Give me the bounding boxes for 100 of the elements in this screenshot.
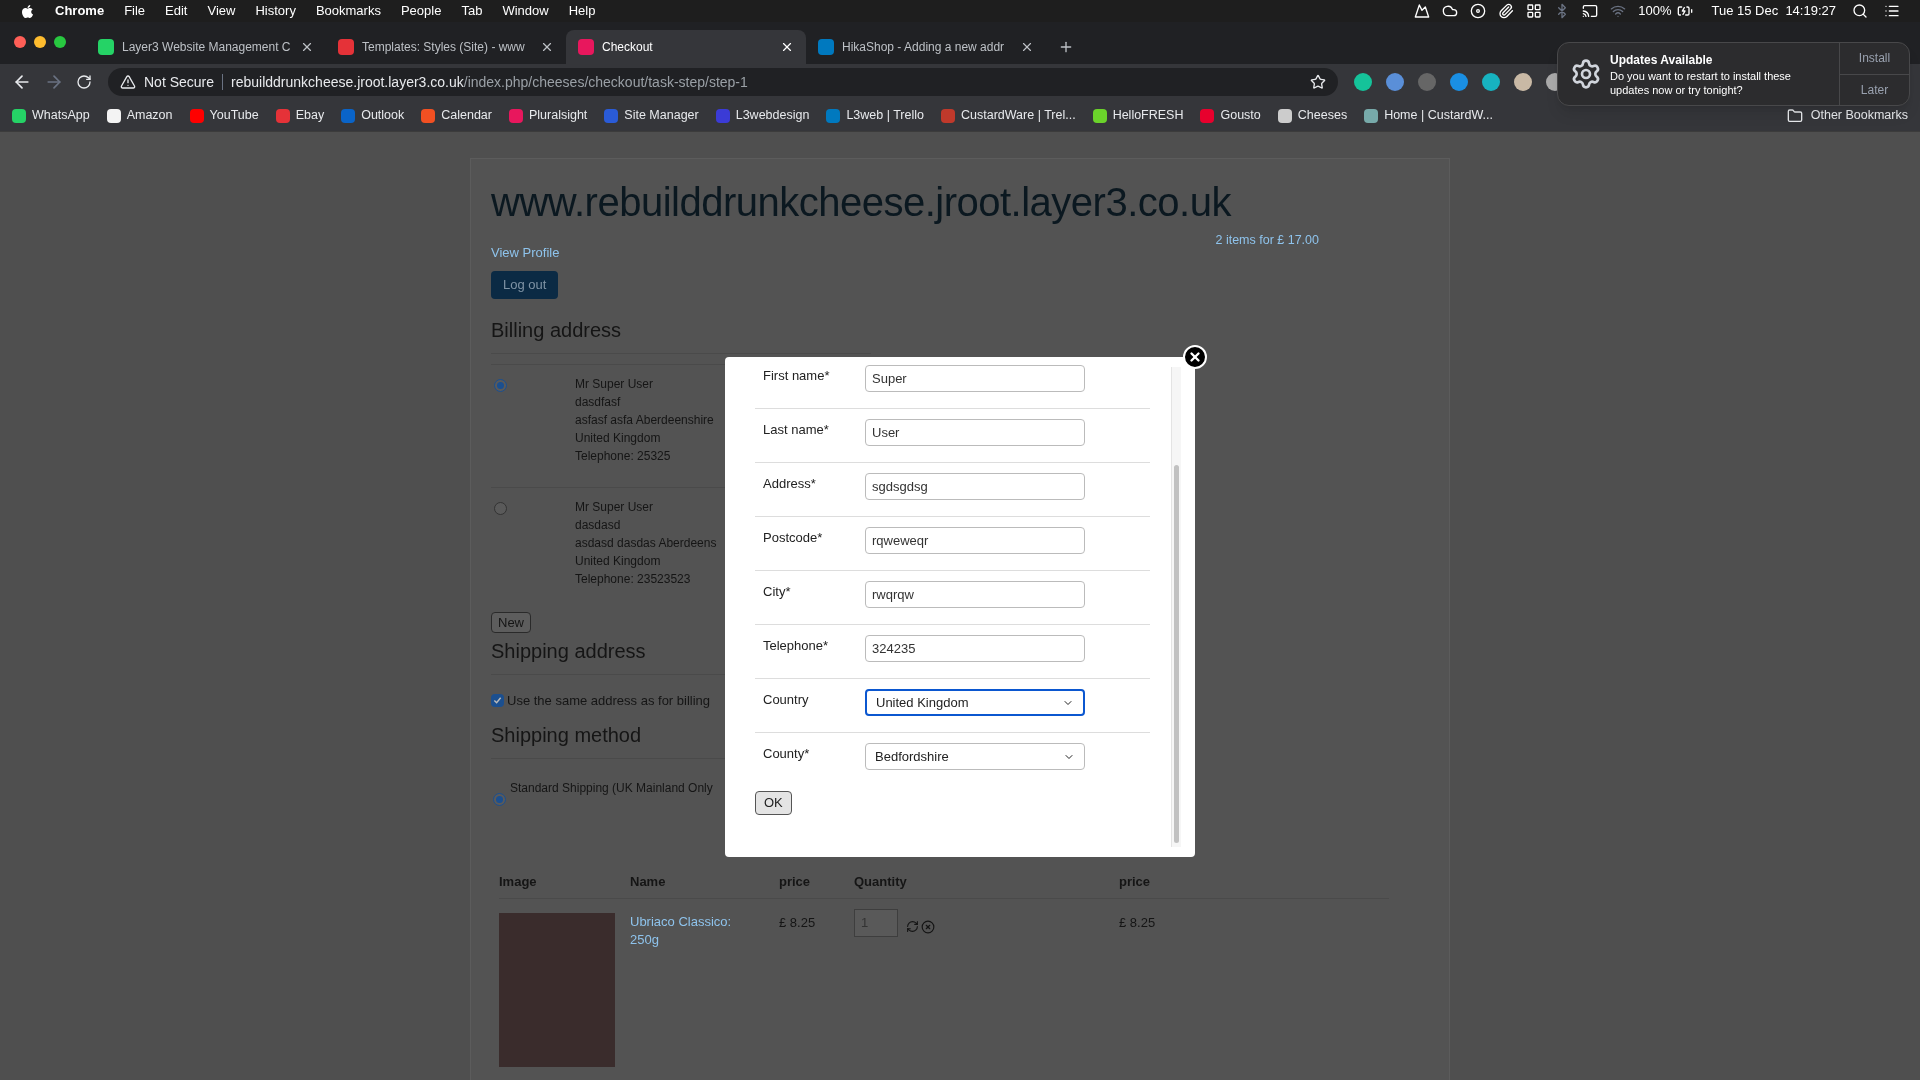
checkbox-label: Use the same address as for billing — [507, 691, 711, 710]
browser-tab[interactable]: Templates: Styles (Site) - www — [326, 30, 566, 64]
address-text: Mr Super User dasdfasf asfasf asfa Aberdeenshire United Kingdom Telephone: 25325 — [575, 375, 714, 465]
tab-title: Templates: Styles (Site) - www — [362, 39, 526, 56]
notification-message: Do you want to restart to install these updates now or try tonight? — [1610, 69, 1792, 97]
menu-item[interactable]: File — [124, 1, 146, 21]
gear-icon — [1570, 58, 1602, 90]
tab-title: Layer3 Website Management C — [122, 39, 292, 56]
bookmark-star-icon[interactable] — [1310, 74, 1326, 90]
favicon-icon — [509, 108, 523, 123]
column-header: Name — [630, 872, 779, 898]
menu-item[interactable]: Edit — [165, 1, 188, 21]
apple-icon[interactable] — [20, 3, 35, 19]
input-field[interactable]: rwqrqw — [865, 581, 1085, 608]
radio-button[interactable] — [493, 793, 506, 806]
column-header: price — [779, 872, 854, 898]
close-tab-icon[interactable] — [300, 40, 314, 54]
field-label: Last name* — [763, 421, 830, 439]
product-link[interactable]: Ubriaco Classico: 250g — [630, 912, 740, 949]
close-tab-icon[interactable] — [780, 40, 794, 54]
field-label: Telephone* — [763, 637, 830, 655]
field-label: First name* — [763, 367, 831, 385]
field-label: Postcode* — [763, 529, 824, 547]
browser-tab[interactable]: Layer3 Website Management C — [86, 30, 326, 64]
bookmark[interactable]: YouTube — [189, 106, 259, 125]
extension-icon[interactable] — [1514, 73, 1532, 91]
tab-title: Checkout — [602, 39, 654, 56]
radio-button[interactable] — [494, 378, 507, 392]
bookmark[interactable]: L3web | Trello — [826, 106, 924, 125]
input-field[interactable]: sgdsgdsg — [865, 473, 1085, 500]
cloud-icon[interactable] — [1442, 3, 1459, 19]
grid-icon[interactable] — [1526, 3, 1543, 19]
notification-button[interactable]: Later — [1840, 73, 1909, 105]
tab-title: HikaShop - Adding a new addr — [842, 39, 1006, 56]
favicon-icon — [941, 108, 955, 123]
menu-item[interactable]: Help — [568, 1, 596, 21]
bookmark[interactable]: Gousto — [1200, 106, 1261, 125]
wifi-icon[interactable] — [1610, 3, 1627, 19]
bookmark[interactable]: CustardWare | Trel... — [941, 106, 1076, 125]
screen-mirroring-icon[interactable] — [1582, 3, 1599, 19]
logout-button[interactable]: Log out — [491, 270, 559, 299]
field-label: Address* — [763, 475, 817, 493]
bookmark[interactable]: Home | CustardW... — [1364, 106, 1493, 125]
disc-icon[interactable] — [1470, 3, 1487, 19]
input-field[interactable]: 324235 — [865, 635, 1085, 662]
view-profile-link[interactable]: View Profile — [491, 243, 560, 263]
notification-button[interactable]: Install — [1840, 43, 1909, 74]
extension-icon[interactable] — [1482, 73, 1500, 91]
extension-icon[interactable] — [1354, 73, 1372, 91]
input-field[interactable]: Super — [865, 365, 1085, 392]
scrollbar[interactable] — [1171, 367, 1181, 847]
bookmark[interactable]: WhatsApp — [12, 106, 90, 125]
favicon-icon — [1277, 108, 1292, 123]
new-tab-icon[interactable] — [1058, 39, 1074, 55]
clock[interactable]: Tue 15 Dec 14:19:27 — [1711, 1, 1836, 21]
bookmark[interactable]: Amazon — [106, 106, 173, 125]
bookmark[interactable]: Cheeses — [1277, 106, 1348, 125]
cart-summary-link[interactable]: 2 items for £ 17.00 — [1215, 231, 1319, 263]
browser-tab[interactable]: HikaShop - Adding a new addr — [806, 30, 1046, 64]
extension-icon[interactable] — [1386, 73, 1404, 91]
close-tab-icon[interactable] — [540, 40, 554, 54]
bookmark[interactable]: Site Manager — [604, 106, 699, 125]
bookmark[interactable]: Outlook — [341, 106, 405, 125]
ok-button[interactable]: OK — [755, 791, 792, 815]
input-field[interactable]: rqweweqr — [865, 527, 1085, 554]
favicon-icon — [275, 108, 290, 123]
extension-icon[interactable] — [1450, 73, 1468, 91]
bookmark[interactable]: Ebay — [275, 106, 325, 125]
menu-icon[interactable] — [1884, 3, 1900, 19]
menu-item[interactable]: Tab — [461, 1, 483, 21]
folder-icon — [1786, 107, 1803, 124]
browser-tab[interactable]: Checkout — [566, 30, 806, 64]
menu-item[interactable]: People — [400, 1, 442, 21]
radio-button[interactable] — [494, 501, 507, 515]
bookmark[interactable]: Pluralsight — [509, 106, 588, 125]
bookmark[interactable]: Calendar — [421, 106, 492, 125]
menu-item[interactable]: View — [207, 1, 236, 21]
menu-item[interactable]: Bookmarks — [315, 1, 381, 21]
field-label: Country — [763, 691, 810, 709]
close-tab-icon[interactable] — [1020, 40, 1034, 54]
dropdown[interactable]: Bedfordshire — [865, 743, 1085, 770]
paperclip-icon[interactable] — [1498, 3, 1515, 19]
checkbox[interactable] — [491, 693, 504, 707]
bookmark[interactable]: L3webdesign — [715, 106, 810, 125]
search-icon[interactable] — [1852, 3, 1868, 19]
dropdown[interactable]: United Kingdom — [865, 689, 1085, 716]
menu-item[interactable]: Chrome — [55, 1, 105, 21]
mountain-icon[interactable] — [1414, 3, 1431, 19]
notification-title: Updates Available — [1610, 52, 1714, 69]
input-field[interactable]: User — [865, 419, 1085, 446]
address-bar[interactable]: Not Secure rebuilddrunkcheese.jroot.layer3.co.uk/index.php/cheeses/checkout/task-step/step-1 — [108, 68, 1338, 96]
other-bookmarks[interactable]: Other Bookmarks — [1786, 106, 1908, 125]
menu-item[interactable]: Window — [502, 1, 549, 21]
column-header: Quantity — [854, 872, 1119, 898]
reload-icon[interactable] — [76, 74, 92, 90]
favicon-icon — [818, 39, 834, 55]
menu-item[interactable]: History — [255, 1, 296, 21]
column-header: price — [1119, 872, 1389, 898]
bookmark[interactable]: HelloFRESH — [1092, 106, 1184, 125]
favicon-icon — [604, 108, 619, 123]
